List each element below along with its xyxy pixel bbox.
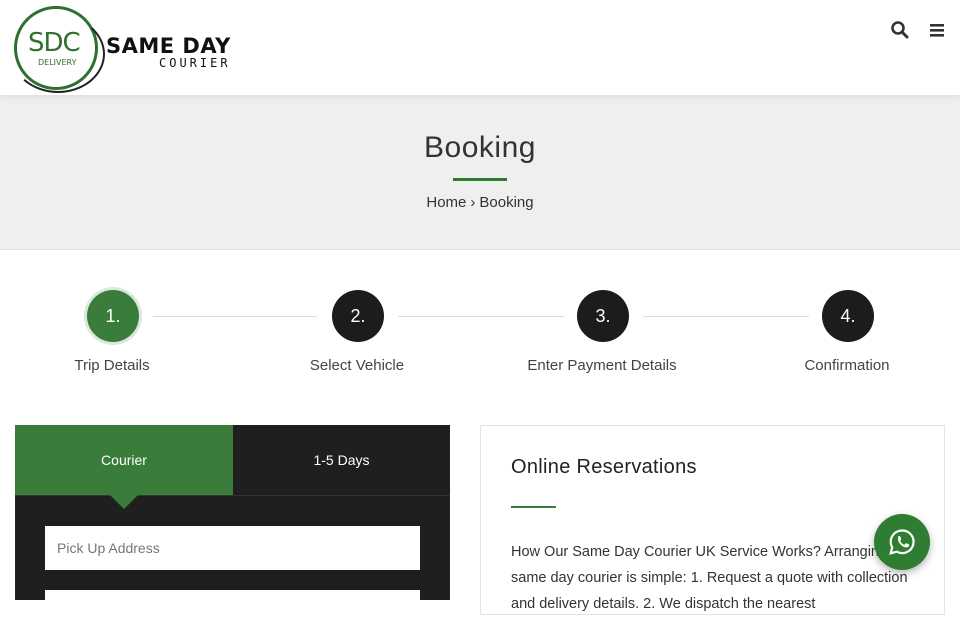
step-2-label: Select Vehicle	[309, 357, 405, 374]
breadcrumb-home[interactable]: Home	[426, 194, 466, 211]
reservations-text: How Our Same Day Courier UK Service Work…	[511, 544, 908, 612]
reservations-underline	[511, 506, 556, 508]
step-3-circle[interactable]: 3.	[577, 290, 629, 342]
logo-mark-sub: DELIVERY	[38, 58, 77, 67]
breadcrumb-current: Booking	[479, 194, 534, 211]
tab-courier[interactable]: Courier	[15, 425, 233, 495]
step-4-circle[interactable]: 4.	[822, 290, 874, 342]
logo-mark: SDC	[28, 28, 81, 58]
step-connector	[643, 316, 809, 317]
reservations-title: Online Reservations	[511, 456, 697, 478]
logo-name-sub: COURIER	[159, 56, 231, 70]
step-4-label: Confirmation	[804, 357, 890, 374]
step-1-label: Trip Details	[74, 357, 150, 374]
search-icon[interactable]	[890, 20, 912, 42]
page-title: Booking	[424, 131, 536, 164]
whatsapp-icon	[889, 529, 915, 555]
booking-form: Courier 1-5 Days	[15, 425, 450, 634]
site-logo[interactable]: SDC DELIVERY SAME DAY COURIER	[11, 4, 254, 93]
tab-divider	[15, 495, 450, 496]
site-header: SDC DELIVERY SAME DAY COURIER	[0, 0, 960, 95]
breadcrumb: Home › Booking	[0, 194, 960, 211]
step-connector	[398, 316, 564, 317]
logo-name: SAME DAY	[106, 34, 231, 58]
active-tab-indicator	[110, 495, 138, 509]
page-banner: Booking Home › Booking	[0, 95, 960, 250]
tab-1-5-days[interactable]: 1-5 Days	[233, 425, 450, 495]
step-3-label: Enter Payment Details	[527, 357, 677, 374]
reservations-card: Online Reservations How Our Same Day Cou…	[480, 425, 945, 615]
step-2-circle[interactable]: 2.	[332, 290, 384, 342]
booking-steps: 1. Trip Details 2. Select Vehicle 3. Ent…	[0, 290, 960, 390]
menu-icon[interactable]	[928, 20, 950, 42]
whatsapp-button[interactable]	[874, 514, 930, 570]
pickup-address-input[interactable]	[45, 526, 420, 570]
dropoff-address-input[interactable]	[45, 590, 420, 634]
step-connector	[153, 316, 317, 317]
breadcrumb-separator-icon: ›	[470, 194, 476, 211]
step-1-circle[interactable]: 1.	[87, 290, 139, 342]
title-underline	[453, 178, 507, 181]
